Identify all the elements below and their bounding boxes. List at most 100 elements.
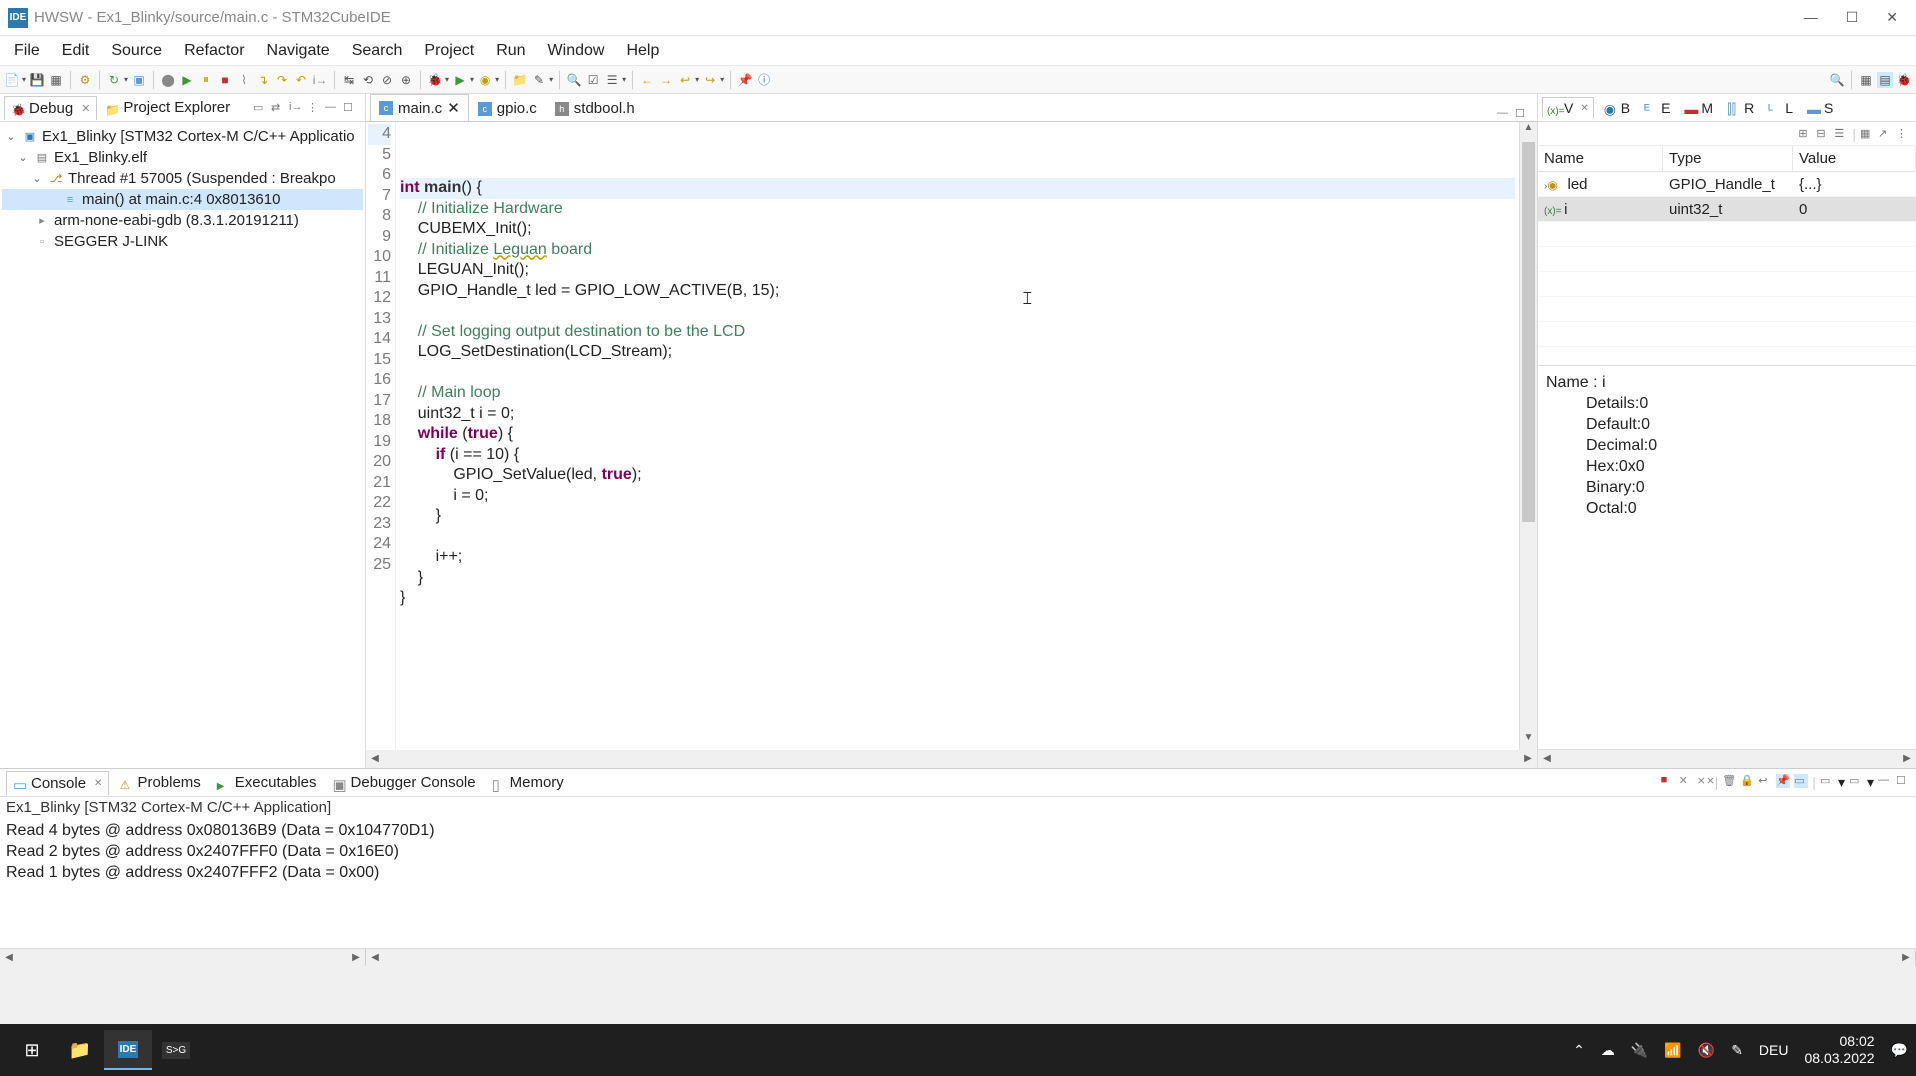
skip-bp-icon[interactable]: ⬤	[160, 72, 176, 88]
outline-icon[interactable]: ☰	[604, 72, 620, 88]
scroll-left-icon[interactable]: ◀	[366, 949, 384, 966]
menu-run[interactable]: Run	[486, 38, 535, 64]
step-into-icon[interactable]: ↴	[255, 72, 271, 88]
nav-back-icon[interactable]: ←	[639, 72, 655, 88]
app-icon[interactable]: S>G	[152, 1030, 200, 1070]
ext-tools-icon[interactable]: 📁	[512, 72, 528, 88]
nav-next-icon[interactable]: ↪	[702, 72, 718, 88]
tray-chevron-icon[interactable]: ⌃	[1573, 1042, 1585, 1059]
minimize-panel-icon[interactable]: ↗	[1878, 127, 1892, 141]
clear-icon[interactable]: 🗑	[1722, 774, 1736, 788]
minimize-button[interactable]: —	[1804, 9, 1818, 26]
editor-tab-main[interactable]: c main.c ✕	[370, 94, 469, 121]
step-mode-icon[interactable]: ↹	[341, 72, 357, 88]
menu-help[interactable]: Help	[616, 38, 669, 64]
tab-variables[interactable]: V✕	[1542, 97, 1594, 118]
profile-icon[interactable]: ◉	[477, 72, 493, 88]
open-console-icon[interactable]: ▭	[1820, 774, 1834, 788]
pause-icon[interactable]: ⏸	[198, 72, 214, 88]
tab-project-explorer[interactable]: Project Explorer	[99, 96, 236, 119]
tab-executables[interactable]: Executables	[211, 771, 323, 794]
tab-debugger-console[interactable]: Debugger Console	[327, 771, 482, 794]
pin-icon[interactable]: 📌	[737, 72, 753, 88]
new-icon[interactable]: 📄	[4, 72, 20, 88]
editor-tab-gpio[interactable]: c gpio.c	[469, 95, 546, 121]
menu-window[interactable]: Window	[538, 38, 615, 64]
refresh-icon[interactable]: ↻	[106, 72, 122, 88]
step-over-icon[interactable]: ↷	[274, 72, 290, 88]
terminate-icon[interactable]: ■	[1661, 774, 1675, 788]
save-all-icon[interactable]: ▦	[48, 72, 64, 88]
col-name[interactable]: Name	[1538, 146, 1663, 171]
code-editor[interactable]: 4⊟5678910111213141516171819202122232425 …	[366, 122, 1537, 750]
minimize-panel-icon[interactable]: —	[325, 101, 339, 115]
wrap-icon[interactable]: ↩	[1758, 774, 1772, 788]
editor-tab-stdbool[interactable]: h stdbool.h	[546, 95, 644, 121]
menu-project[interactable]: Project	[414, 38, 484, 64]
tab-registers[interactable]: ⫿⫿R	[1723, 98, 1758, 118]
terminate-icon[interactable]: ■	[217, 72, 233, 88]
table-row[interactable]: › ledGPIO_Handle_t{...}	[1538, 172, 1916, 197]
save-icon[interactable]: 💾	[29, 72, 45, 88]
maximize-panel-icon[interactable]: ☐	[1896, 774, 1910, 788]
close-icon[interactable]: ✕	[94, 778, 102, 789]
menu-edit[interactable]: Edit	[52, 38, 100, 64]
scroll-up-icon[interactable]: ▲	[1520, 122, 1537, 140]
reset-icon[interactable]: ⟲	[360, 72, 376, 88]
tab-sfrs[interactable]: ▬S	[1803, 98, 1837, 118]
new-console-icon[interactable]: ▭	[1849, 774, 1863, 788]
line-gutter[interactable]: 4⊟5678910111213141516171819202122232425	[366, 122, 396, 750]
link-icon[interactable]: ⇄	[271, 101, 285, 115]
nav-last-icon[interactable]: ↩	[677, 72, 693, 88]
scroll-down-icon[interactable]: ▼	[1520, 732, 1537, 750]
table-row[interactable]: iuint32_t0	[1538, 197, 1916, 222]
instr-step-icon[interactable]: i→	[312, 72, 328, 88]
tree-row-thread[interactable]: ⌄ Thread #1 57005 (Suspended : Breakpo	[2, 168, 363, 189]
chevron-down-icon[interactable]: ⌄	[4, 130, 18, 143]
collapse-icon[interactable]: ▭	[253, 101, 267, 115]
start-button[interactable]: ⊞	[8, 1030, 56, 1070]
run-icon[interactable]: ▶	[452, 72, 468, 88]
maximize-panel-icon[interactable]: ☐	[343, 101, 357, 115]
close-icon[interactable]: ✕	[1580, 103, 1588, 114]
remove-all-icon[interactable]: ⨯⨯	[1697, 774, 1711, 788]
vertical-scrollbar[interactable]: ▲ ▼	[1519, 122, 1537, 750]
scroll-left-icon[interactable]: ◀	[0, 949, 18, 966]
quick-access-icon[interactable]: 🔍	[1829, 72, 1845, 88]
tree-row-gdb[interactable]: arm-none-eabi-gdb (8.3.1.20191211)	[2, 210, 363, 231]
debug-icon[interactable]: 🐞	[427, 72, 443, 88]
vars-hscroll[interactable]: ◀ ▶	[1538, 750, 1916, 768]
pen-icon[interactable]: ✎	[1731, 1042, 1743, 1059]
col-type[interactable]: Type	[1663, 146, 1793, 171]
layout-icon[interactable]: ☰	[1834, 127, 1848, 141]
scroll-right-icon[interactable]: ▶	[1897, 949, 1915, 966]
tree-row-jlink[interactable]: SEGGER J-LINK	[2, 231, 363, 252]
menu-search[interactable]: Search	[342, 38, 413, 64]
chevron-down-icon[interactable]: ⌄	[30, 172, 44, 185]
language-indicator[interactable]: DEU	[1759, 1042, 1789, 1058]
tab-console[interactable]: Console✕	[6, 771, 109, 795]
close-icon[interactable]: ✕	[447, 99, 460, 117]
tab-memory[interactable]: Memory	[486, 771, 570, 794]
minimize-panel-icon[interactable]: —	[1878, 774, 1892, 788]
tree-row-elf[interactable]: ⌄ Ex1_Blinky.elf	[2, 147, 363, 168]
persp-debug-icon[interactable]: 🐞	[1896, 72, 1912, 88]
target-icon[interactable]: ⊕	[398, 72, 414, 88]
clock[interactable]: 08:02 08.03.2022	[1804, 1033, 1874, 1067]
view-menu-icon[interactable]: ▦	[1860, 127, 1874, 141]
tab-problems[interactable]: Problems	[113, 771, 206, 794]
menu-source[interactable]: Source	[101, 38, 172, 64]
scroll-right-icon[interactable]: ▶	[347, 949, 365, 966]
file-explorer-icon[interactable]: 📁	[56, 1030, 104, 1070]
scroll-left-icon[interactable]: ◀	[1538, 750, 1556, 768]
menu-navigate[interactable]: Navigate	[257, 38, 340, 64]
close-icon[interactable]: ✕	[81, 102, 90, 115]
info-icon[interactable]: ⓘ	[756, 72, 772, 88]
minimize-panel-icon[interactable]: —	[1497, 107, 1511, 121]
display-icon[interactable]: ▭	[1794, 774, 1808, 788]
tab-live[interactable]: ᴸL	[1764, 98, 1797, 118]
step-return-icon[interactable]: ↶	[293, 72, 309, 88]
collapse-all-icon[interactable]: ⊟	[1816, 127, 1830, 141]
maximize-panel-icon[interactable]: ☐	[1515, 107, 1529, 121]
wifi-icon[interactable]: 📶	[1664, 1042, 1681, 1059]
